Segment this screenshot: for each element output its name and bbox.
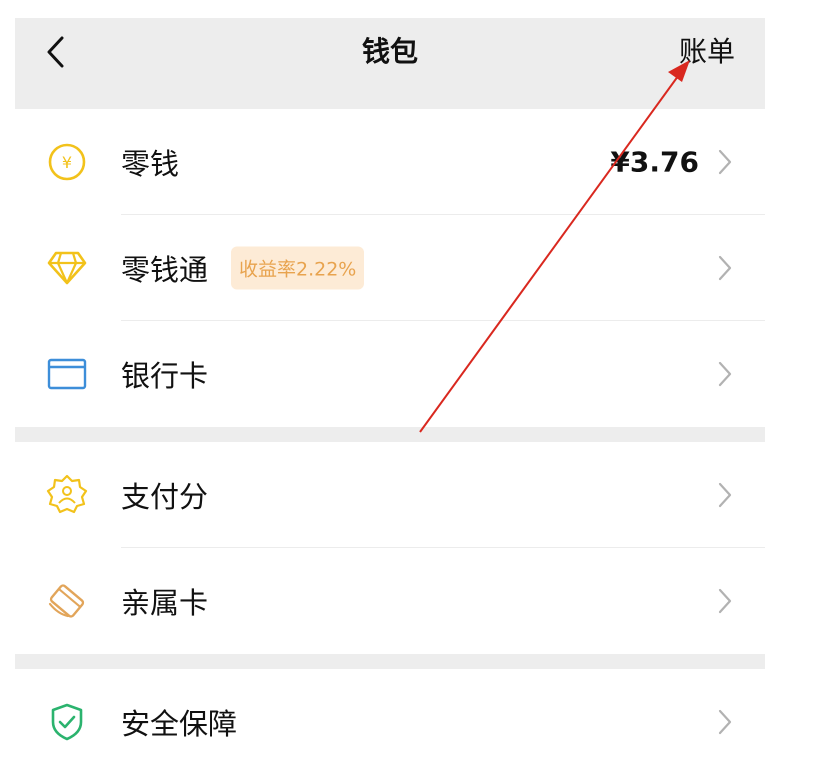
- yield-rate-badge: 收益率2.22%: [231, 246, 365, 290]
- list-item-change-pass[interactable]: 零钱通 收益率2.22%: [15, 215, 765, 321]
- wallet-group-services: 支付分 亲属卡: [15, 442, 765, 654]
- list-item-bank-card[interactable]: 银行卡: [15, 321, 765, 427]
- list-item-family-card[interactable]: 亲属卡: [15, 548, 765, 654]
- chevron-right-icon: [715, 706, 735, 738]
- diamond-icon: [45, 246, 89, 290]
- section-gap: [15, 654, 765, 669]
- nav-header: 钱包 账单: [15, 18, 765, 109]
- item-label: 零钱: [121, 147, 180, 181]
- bill-button[interactable]: 账单: [679, 32, 735, 72]
- chevron-right-icon: [715, 585, 735, 617]
- item-label: 亲属卡: [121, 586, 209, 620]
- list-item-pay-score[interactable]: 支付分: [15, 442, 765, 548]
- item-label: 零钱通: [121, 253, 209, 287]
- wallet-screen: 钱包 账单 ¥ 零钱 ¥3.76 零钱通 收益率2.22% 银行卡 支付分 亲属…: [15, 18, 765, 773]
- chevron-right-icon: [715, 252, 735, 284]
- bank-card-icon: [45, 352, 89, 396]
- section-gap: [15, 427, 765, 442]
- chevron-right-icon: [715, 479, 735, 511]
- chevron-right-icon: [715, 146, 735, 178]
- list-item-change[interactable]: ¥ 零钱 ¥3.76: [15, 109, 765, 215]
- svg-text:¥: ¥: [62, 153, 72, 172]
- wallet-group-security: 安全保障: [15, 669, 765, 773]
- item-label: 银行卡: [121, 359, 209, 393]
- wallet-group-funds: ¥ 零钱 ¥3.76 零钱通 收益率2.22% 银行卡: [15, 109, 765, 427]
- list-item-security[interactable]: 安全保障: [15, 669, 765, 773]
- shield-check-icon: [45, 700, 89, 744]
- chevron-right-icon: [715, 358, 735, 390]
- coin-yuan-icon: ¥: [45, 140, 89, 184]
- pay-score-icon: [45, 473, 89, 517]
- page-title: 钱包: [361, 35, 418, 68]
- balance-value: ¥3.76: [610, 145, 699, 179]
- item-label: 安全保障: [121, 707, 238, 741]
- family-card-icon: [45, 579, 89, 623]
- item-label: 支付分: [121, 480, 209, 514]
